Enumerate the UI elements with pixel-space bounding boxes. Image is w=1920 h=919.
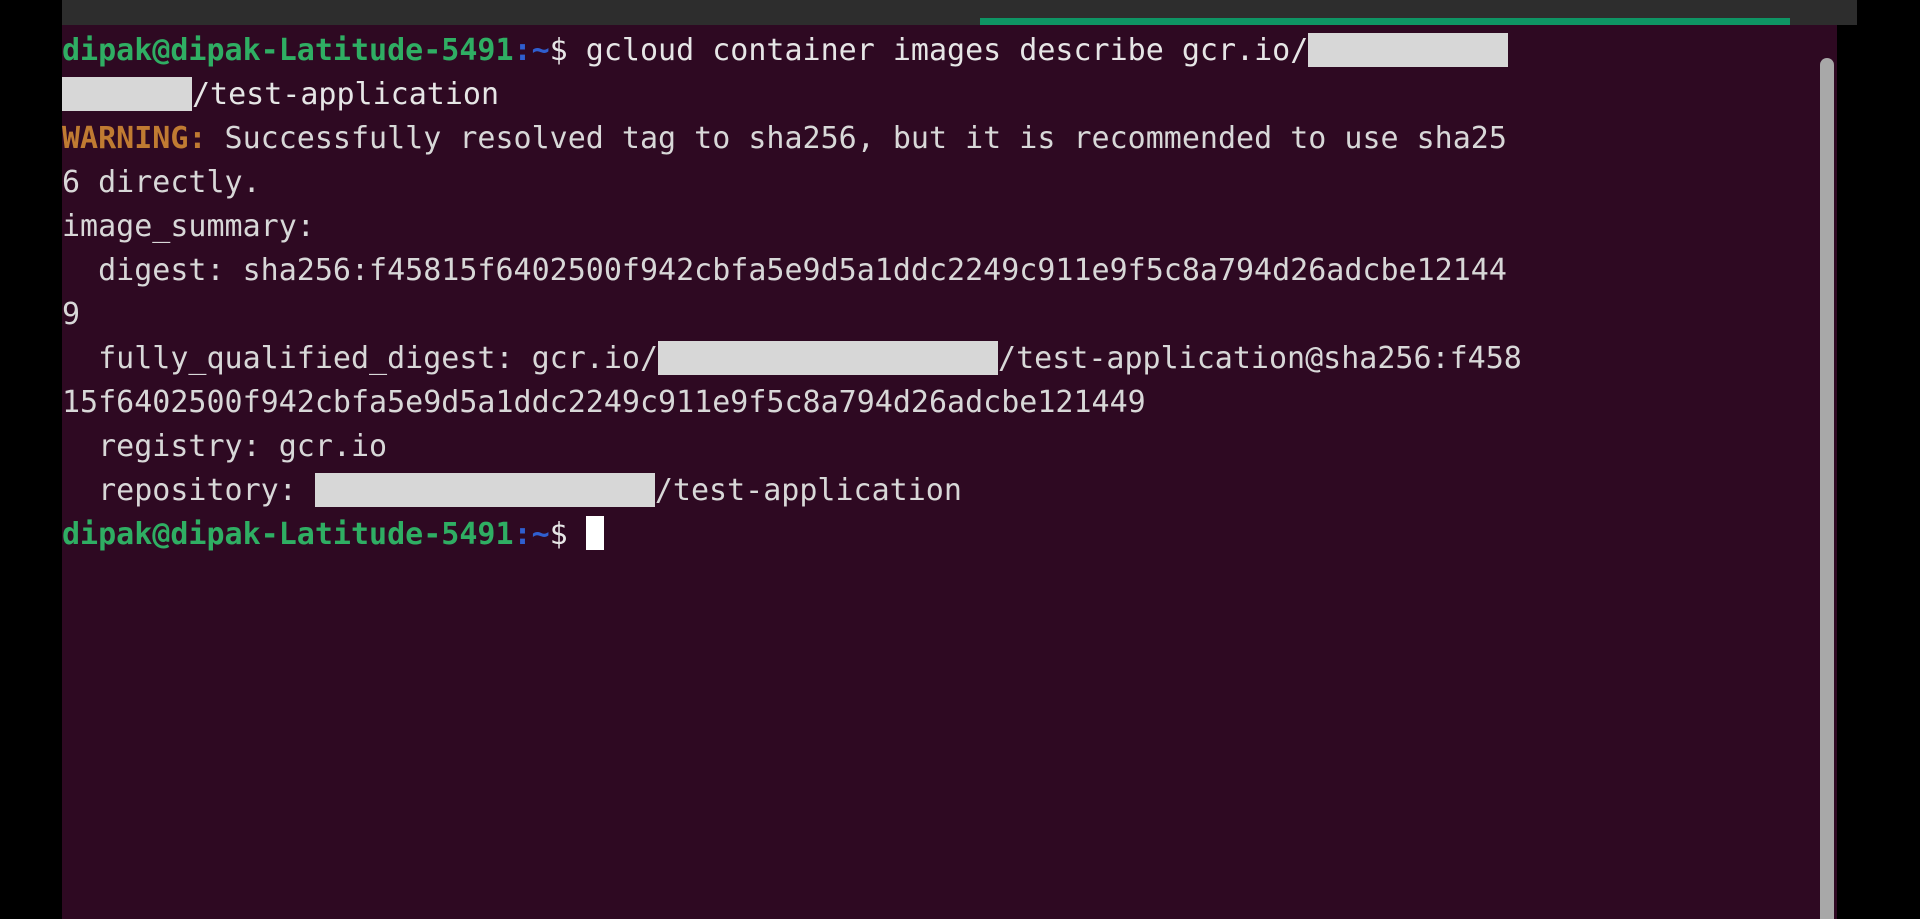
image-summary-key-line: image_summary: [62, 205, 1522, 249]
repository-line: repository: /test-application [62, 469, 1522, 513]
warning-wrap-line: 6 directly. [62, 161, 1522, 205]
warning-wrap-text: 6 directly. [62, 165, 261, 200]
text-cursor[interactable] [585, 515, 604, 550]
prompt-colon: : [513, 33, 532, 68]
desktop-left-margin [0, 0, 62, 919]
redacted-project-id-command [1308, 32, 1509, 67]
fqd-wrap-text: 15f6402500f942cbfa5e9d5a1ddc2249c911e9f5… [62, 385, 1146, 420]
warning-text: Successfully resolved tag to sha256, but… [206, 121, 1507, 156]
warning-line: WARNING: Successfully resolved tag to sh… [62, 117, 1522, 161]
redacted-project-id-fqd [658, 340, 999, 375]
new-prompt-line: dipak@dipak-Latitude-5491:~$ [62, 513, 1522, 557]
fqd-suffix: /test-application@sha256:f458 [998, 341, 1522, 376]
command-wrap-tail: /test-application [192, 77, 500, 112]
terminal-scrollbar-track[interactable] [1817, 50, 1837, 919]
repository-suffix: /test-application [654, 473, 962, 508]
prompt-path-2: ~ [531, 517, 550, 552]
command-prompt-line: dipak@dipak-Latitude-5491:~$ gcloud cont… [62, 29, 1522, 73]
prompt-user-host-2: dipak@dipak-Latitude-5491 [62, 517, 514, 552]
terminal-output-area[interactable]: dipak@dipak-Latitude-5491:~$ gcloud cont… [62, 25, 1837, 919]
digest-wrap-line: 9 [62, 293, 1522, 337]
command-wrap-line: /test-application [62, 73, 1522, 117]
registry-text: registry: gcr.io [62, 429, 388, 464]
prompt-sigil-2: $ [549, 517, 568, 552]
prompt-colon-2: : [513, 517, 532, 552]
digest-wrap-text: 9 [62, 297, 81, 332]
digest-text: digest: sha256:f45815f6402500f942cbfa5e9… [62, 253, 1507, 288]
fqd-prefix: fully_qualified_digest: gcr.io/ [62, 341, 659, 376]
desktop-right-margin [1857, 0, 1920, 919]
screen: dipak@dipak-Latitude-5491:~$ gcloud cont… [0, 0, 1920, 919]
prompt-sigil: $ [549, 33, 568, 68]
repository-prefix: repository: [62, 473, 315, 508]
terminal-title-bar[interactable] [62, 0, 1857, 27]
prompt-path: ~ [531, 33, 550, 68]
typed-command: gcloud container images describe gcr.io/ [567, 33, 1309, 68]
terminal-scrollbar-thumb[interactable] [1820, 58, 1834, 919]
fully-qualified-digest-wrap-line: 15f6402500f942cbfa5e9d5a1ddc2249c911e9f5… [62, 381, 1522, 425]
registry-line: registry: gcr.io [62, 425, 1522, 469]
prompt-user-host: dipak@dipak-Latitude-5491 [62, 33, 514, 68]
digest-line: digest: sha256:f45815f6402500f942cbfa5e9… [62, 249, 1522, 293]
fully-qualified-digest-line: fully_qualified_digest: gcr.io/ /test-app… [62, 337, 1522, 381]
terminal-text-buffer: dipak@dipak-Latitude-5491:~$ gcloud cont… [62, 25, 1522, 557]
redacted-project-id-repository [314, 472, 655, 507]
warning-label: WARNING: [62, 121, 207, 156]
image-summary-key: image_summary: [62, 209, 315, 244]
redacted-project-id-command-wrap [62, 76, 192, 111]
